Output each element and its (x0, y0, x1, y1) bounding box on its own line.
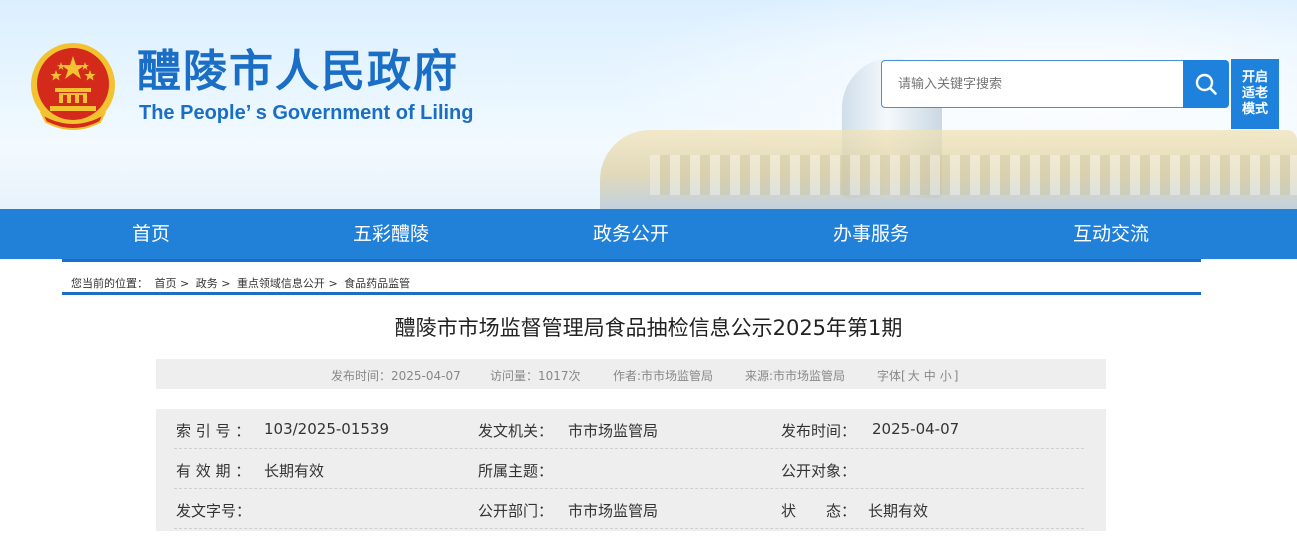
elder-mode-line-1: 开启 (1241, 70, 1268, 85)
header-banner: 醴陵市人民政府 The People’ s Government of Lili… (0, 0, 1297, 209)
banner-city-detail (650, 155, 1297, 195)
font-size-suffix: ] (953, 369, 959, 383)
info-label-department: 公开部门： (478, 502, 554, 520)
nav-item-home[interactable]: 首页 (71, 209, 231, 259)
article-title: 醴陵市市场监督管理局食品抽检信息公示2025年第1期 (394, 316, 903, 340)
breadcrumb-separator: > (328, 277, 338, 290)
nav-item-government-affairs[interactable]: 政务公开 (551, 209, 711, 259)
info-label-validity: 有 效 期 ： (176, 462, 251, 480)
info-value-status: 长期有效 (868, 502, 929, 520)
nav-item-interaction[interactable]: 互动交流 (1031, 209, 1191, 259)
meta-source: 来源:市市场监管局 (745, 369, 846, 383)
meta-author: 作者:市市场监管局 (613, 369, 714, 383)
info-label-topic: 所属主题： (478, 462, 554, 480)
info-value-publish-date: 2025-04-07 (872, 420, 960, 438)
breadcrumb-bar: 您当前的位置： 首页 > 政务 > 重点领域信息公开 > 食品药品监管 (62, 259, 1201, 295)
article-meta-bar: 发布时间：2025-04-07 访问量：1017次 作者:市市场监管局 来源:市… (156, 359, 1106, 389)
info-label-issuer: 发文机关： (478, 422, 554, 440)
info-label-index: 索 引 号 ： (176, 422, 251, 440)
info-label-status: 状 态： (781, 502, 857, 520)
info-label-audience: 公开对象： (781, 462, 857, 480)
meta-publish-time: 发布时间：2025-04-07 (331, 369, 461, 383)
breadcrumb-separator: > (180, 277, 190, 290)
breadcrumb: 您当前的位置： 首页 > 政务 > 重点领域信息公开 > 食品药品监管 (71, 275, 410, 291)
site-subtitle-en: The People’ s Government of Liling (139, 102, 474, 124)
nav-item-wucai-liling[interactable]: 五彩醴陵 (311, 209, 471, 259)
search-icon (1195, 73, 1217, 95)
document-info-table: 索 引 号 ： 103/2025-01539 发文机关： 市市场监管局 发布时间… (156, 409, 1106, 531)
elder-mode-line-3: 模式 (1241, 102, 1268, 117)
search-button[interactable] (1183, 60, 1229, 108)
font-size-large-link[interactable]: 大 (908, 369, 920, 383)
nav-item-services[interactable]: 办事服务 (791, 209, 951, 259)
search-input[interactable] (881, 60, 1184, 108)
meta-view-count: 访问量：1017次 (490, 369, 581, 383)
national-emblem-icon (31, 43, 115, 130)
info-value-validity: 长期有效 (264, 462, 325, 480)
breadcrumb-link-food-drug[interactable]: 食品药品监管 (344, 277, 410, 290)
font-size-prefix: 字体[ (877, 369, 906, 383)
font-size-medium-link[interactable]: 中 (924, 369, 936, 383)
font-size-small-link[interactable]: 小 (940, 369, 952, 383)
info-row: 有 效 期 ： 长期有效 所属主题： 公开对象： (174, 449, 1084, 489)
info-label-doc-number: 发文字号： (176, 502, 252, 520)
info-value-index: 103/2025-01539 (264, 420, 389, 438)
main-nav: 首页 五彩醴陵 政务公开 办事服务 互动交流 (0, 209, 1297, 259)
breadcrumb-prefix: 您当前的位置： (71, 277, 148, 290)
info-row: 发文字号： 公开部门： 市市场监管局 状 态： 长期有效 (174, 489, 1084, 529)
info-row: 索 引 号 ： 103/2025-01539 发文机关： 市市场监管局 发布时间… (174, 409, 1084, 449)
font-size-control: 字体[大中小] (877, 367, 958, 384)
breadcrumb-link-key-disclosure[interactable]: 重点领域信息公开 (237, 277, 325, 290)
breadcrumb-separator: > (221, 277, 231, 290)
elder-mode-button[interactable]: 开启 适老 模式 (1231, 59, 1279, 129)
info-label-publish-date: 发布时间： (781, 422, 857, 440)
breadcrumb-link-government[interactable]: 政务 (196, 277, 218, 290)
site-title: 醴陵市人民政府 (137, 46, 459, 97)
info-value-issuer: 市市场监管局 (568, 422, 659, 440)
elder-mode-line-2: 适老 (1241, 86, 1268, 101)
breadcrumb-link-home[interactable]: 首页 (155, 277, 177, 290)
info-value-department: 市市场监管局 (568, 502, 659, 520)
